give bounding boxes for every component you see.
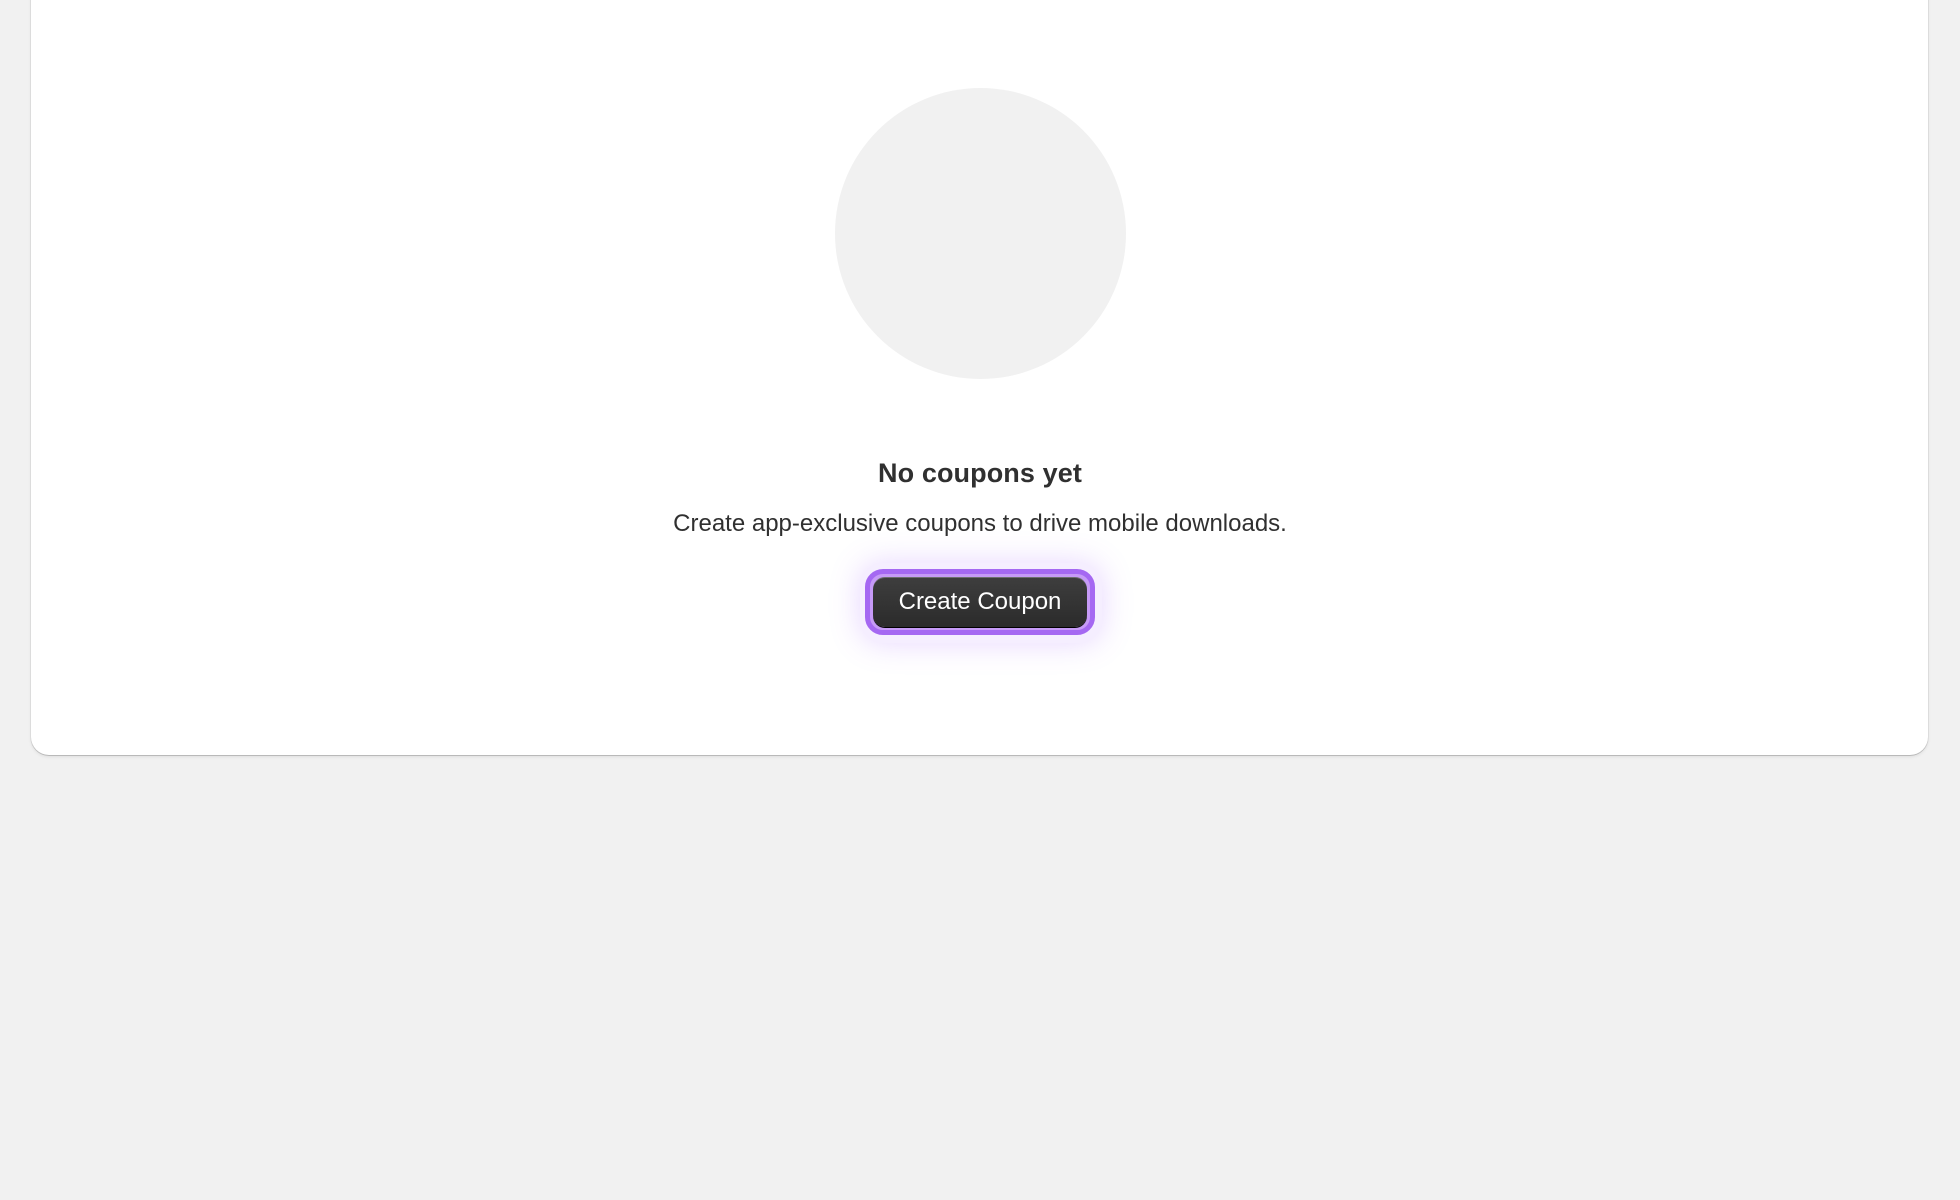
create-coupon-button[interactable]: Create Coupon [865,569,1095,635]
page: No coupons yet Create app-exclusive coup… [0,0,1960,1200]
create-coupon-button-label: Create Coupon [873,577,1087,627]
empty-state-heading: No coupons yet [878,458,1082,488]
empty-illustration-icon [835,88,1126,379]
empty-state-description: Create app-exclusive coupons to drive mo… [673,510,1287,537]
empty-state: No coupons yet Create app-exclusive coup… [0,0,1960,760]
